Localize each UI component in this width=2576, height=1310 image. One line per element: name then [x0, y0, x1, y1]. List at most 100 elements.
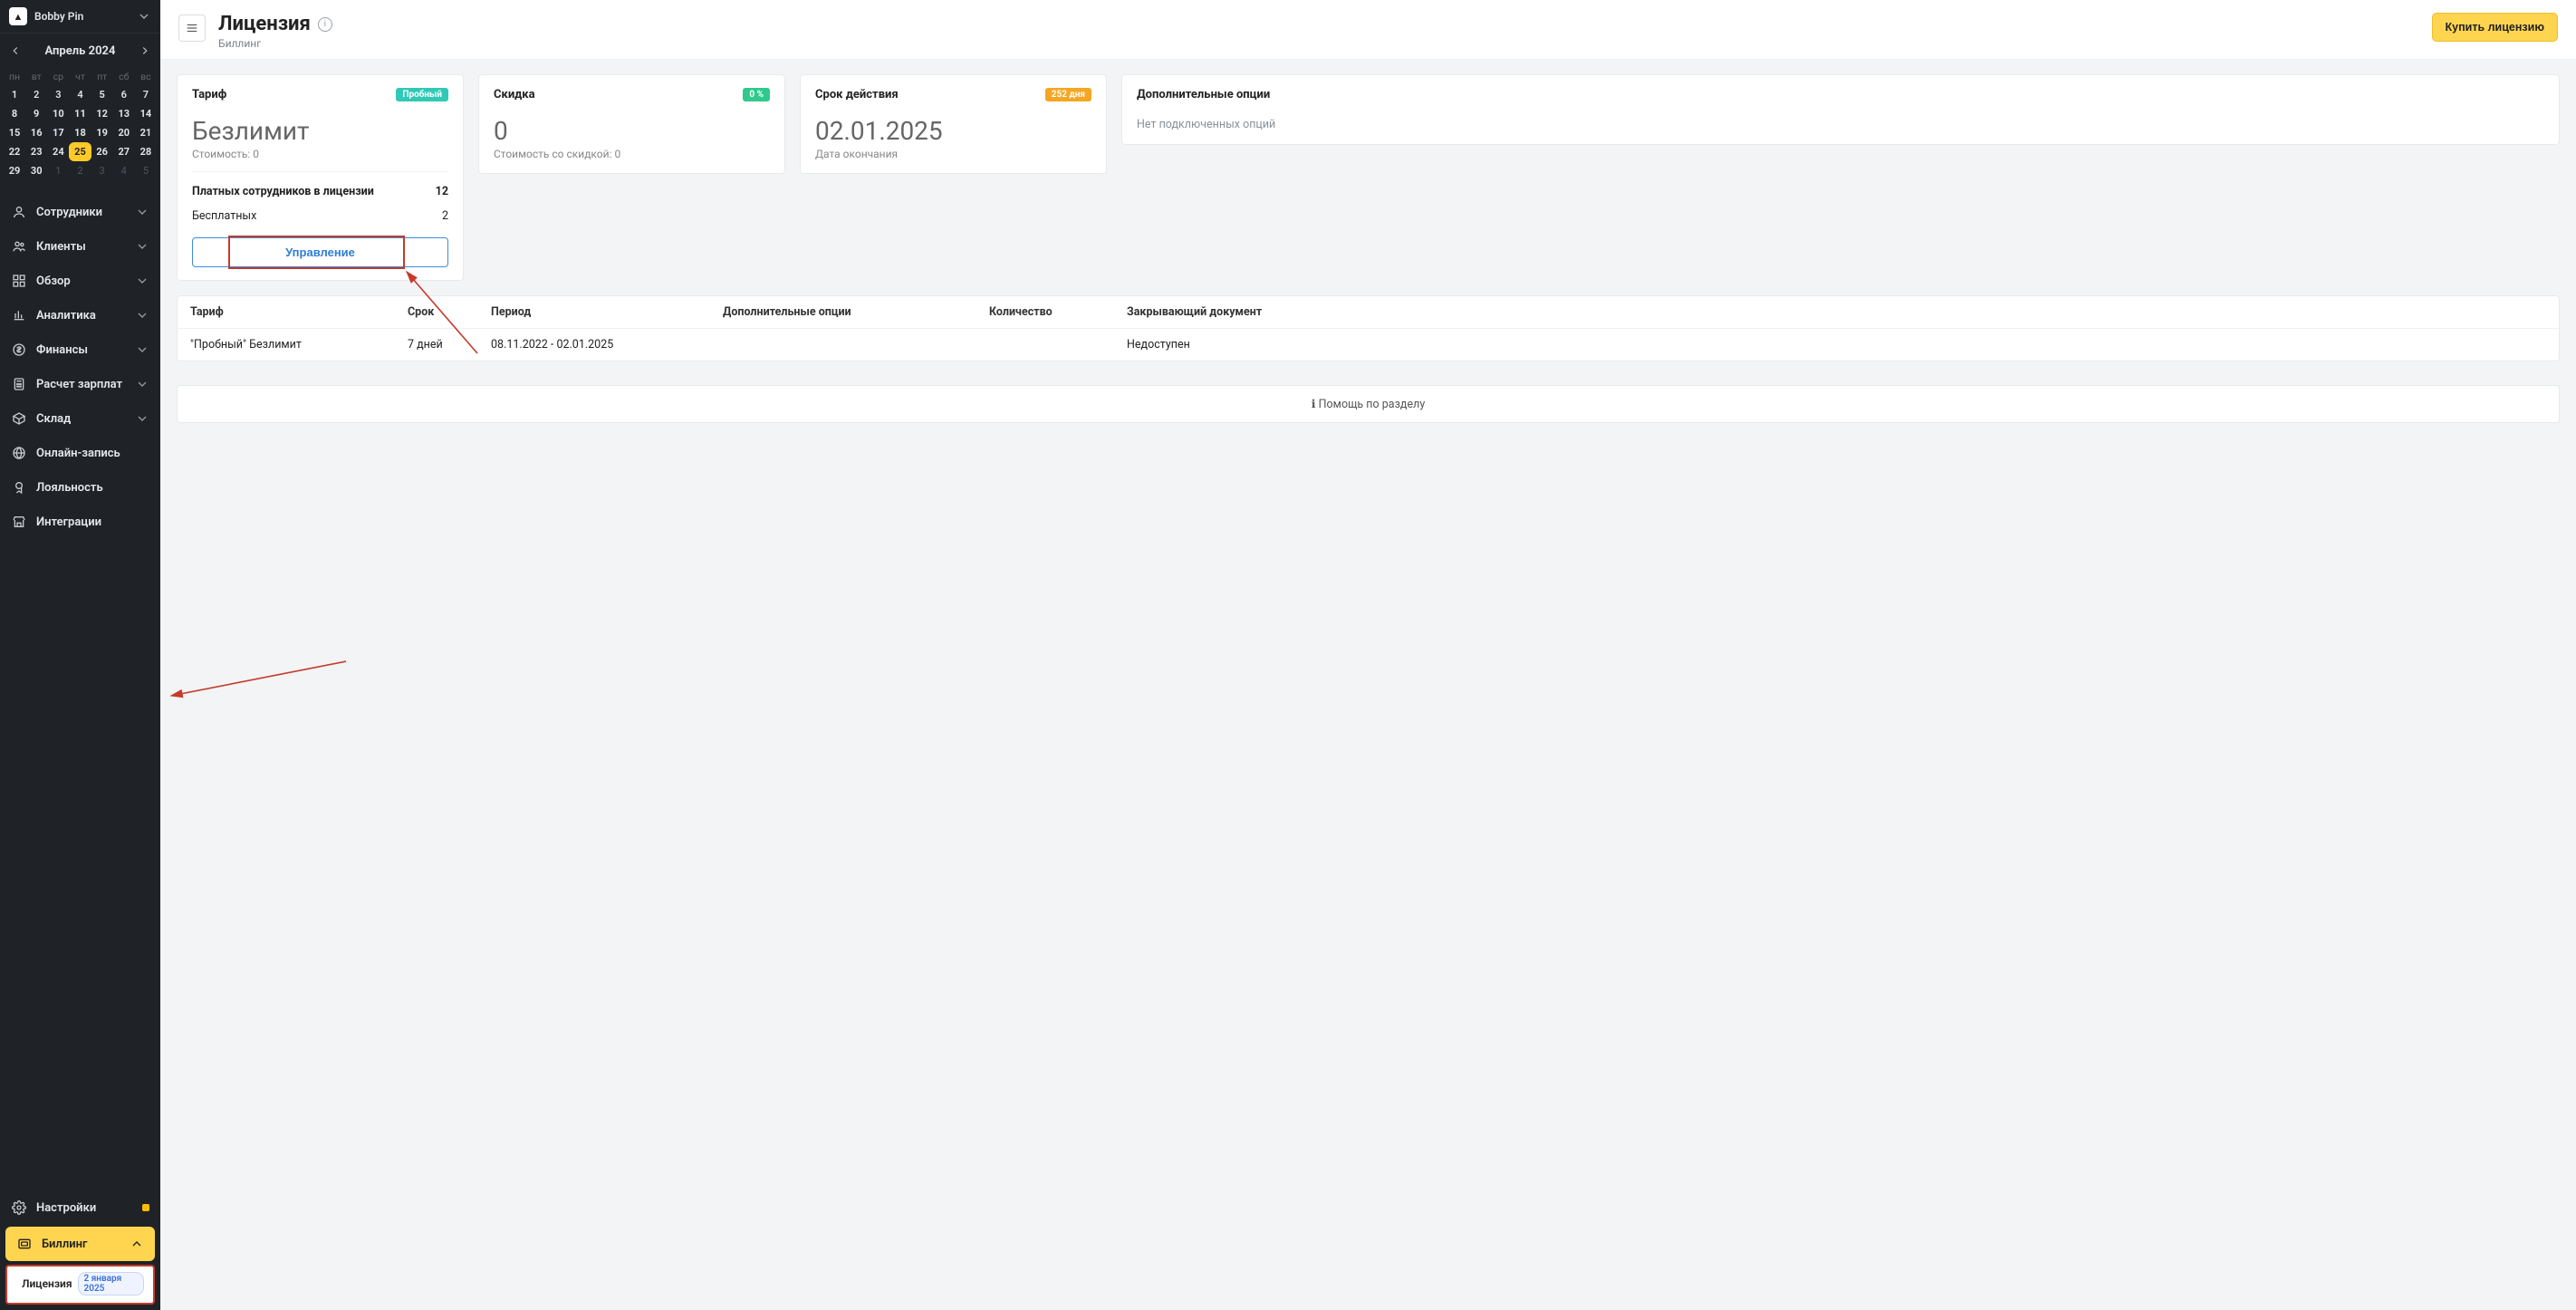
- buy-license-button[interactable]: Купить лицензию: [2432, 13, 2558, 42]
- page-title: Лицензия: [218, 13, 311, 35]
- nav-label: Аналитика: [36, 309, 126, 323]
- sidebar: ▲ Bobby Pin Апрель 2024 пнвтсрчтптсбвс12…: [0, 0, 160, 1310]
- calendar-dow: пн: [4, 68, 25, 85]
- nav-label: Биллинг: [42, 1238, 120, 1251]
- shop-icon: [11, 514, 27, 530]
- calendar-day[interactable]: 7: [135, 85, 157, 104]
- nav-item[interactable]: Аналитика: [0, 298, 160, 332]
- help-link[interactable]: ℹ Помощь по разделу: [177, 385, 2560, 423]
- calendar-day[interactable]: 8: [4, 104, 25, 123]
- calendar-day[interactable]: 5: [91, 85, 113, 104]
- nav-label: Сотрудники: [36, 206, 126, 219]
- gear-icon: [11, 1199, 27, 1216]
- calendar-day[interactable]: 22: [4, 142, 25, 161]
- dollar-icon: [11, 342, 27, 358]
- menu-button[interactable]: [178, 14, 206, 42]
- nav-label: Лояльность: [36, 481, 149, 495]
- calendar-day[interactable]: 12: [91, 104, 113, 123]
- chevron-down-icon: [137, 9, 151, 24]
- calendar-day[interactable]: 28: [135, 142, 157, 161]
- table-header-cell: Тариф: [190, 305, 408, 319]
- chevron-down-icon: [135, 342, 149, 357]
- nav-item[interactable]: Склад: [0, 401, 160, 436]
- calendar-dow: ср: [47, 68, 69, 85]
- table-header-cell: Закрывающий документ: [1127, 305, 2546, 319]
- nav-item[interactable]: Онлайн-запись: [0, 436, 160, 470]
- card-options: Дополнительные опции Нет подключенных оп…: [1121, 74, 2560, 145]
- calendar-day[interactable]: 26: [91, 142, 113, 161]
- grid-icon: [11, 273, 27, 289]
- calendar-prev[interactable]: [5, 41, 25, 61]
- nav-item[interactable]: Сотрудники: [0, 195, 160, 229]
- calendar-day[interactable]: 30: [25, 161, 47, 180]
- calendar-header: Апрель 2024: [0, 34, 160, 68]
- nav-item[interactable]: Финансы: [0, 332, 160, 367]
- calendar-day[interactable]: 29: [4, 161, 25, 180]
- calendar-day[interactable]: 14: [135, 104, 157, 123]
- nav-item[interactable]: Интеграции: [0, 505, 160, 539]
- calendar-day[interactable]: 2: [25, 85, 47, 104]
- chevron-down-icon: [135, 239, 149, 254]
- calendar-day: 2: [69, 161, 91, 180]
- calendar-grid: пнвтсрчтптсбвс12345678910111213141516171…: [0, 68, 160, 188]
- notification-dot: [142, 1204, 149, 1211]
- info-icon[interactable]: i: [318, 17, 332, 32]
- topbar: Лицензия i Биллинг Купить лицензию: [160, 0, 2576, 60]
- discount-value: 0: [494, 118, 770, 144]
- calendar-day[interactable]: 13: [113, 104, 135, 123]
- calendar-day[interactable]: 17: [47, 123, 69, 142]
- calendar-day[interactable]: 21: [135, 123, 157, 142]
- badge-days: 252 дня: [1045, 88, 1091, 101]
- nav-spacer: [0, 539, 160, 1190]
- card-tariff: Тариф Пробный Безлимит Стоимость: 0 Плат…: [177, 74, 464, 281]
- calendar-day[interactable]: 18: [69, 123, 91, 142]
- nav-item[interactable]: Обзор: [0, 264, 160, 298]
- calendar-day[interactable]: 16: [25, 123, 47, 142]
- calendar-day[interactable]: 11: [69, 104, 91, 123]
- calendar-day[interactable]: 10: [47, 104, 69, 123]
- nav-item[interactable]: Расчет зарплат: [0, 367, 160, 401]
- nav-item[interactable]: Клиенты: [0, 229, 160, 264]
- calendar-day[interactable]: 23: [25, 142, 47, 161]
- nav-settings[interactable]: Настройки: [0, 1190, 160, 1225]
- card-discount: Скидка 0 % 0 Стоимость со скидкой: 0: [478, 74, 785, 174]
- calendar-day: 5: [135, 161, 157, 180]
- calendar-title: Апрель 2024: [45, 44, 116, 58]
- calendar-day: 3: [91, 161, 113, 180]
- calendar-day[interactable]: 19: [91, 123, 113, 142]
- calendar-day[interactable]: 9: [25, 104, 47, 123]
- sub-label: Лицензия: [22, 1277, 72, 1290]
- content: Тариф Пробный Безлимит Стоимость: 0 Плат…: [160, 60, 2576, 1310]
- table-header-cell: Период: [491, 305, 723, 319]
- nav-sub-license[interactable]: Лицензия 2 января 2025: [5, 1265, 155, 1305]
- expiry-sub: Дата окончания: [815, 148, 1091, 160]
- calendar-day: 4: [113, 161, 135, 180]
- calendar-day[interactable]: 4: [69, 85, 91, 104]
- tariff-cost: Стоимость: 0: [192, 148, 448, 160]
- calendar-next[interactable]: [135, 41, 155, 61]
- calendar-day[interactable]: 24: [47, 142, 69, 161]
- calendar-day[interactable]: 15: [4, 123, 25, 142]
- table-cell: Недоступен: [1127, 338, 2546, 352]
- nav-label: Онлайн-запись: [36, 447, 149, 460]
- table-cell: "Пробный" Безлимит: [190, 338, 408, 352]
- chevron-down-icon: [135, 205, 149, 219]
- globe-icon: [11, 445, 27, 461]
- calendar-day[interactable]: 27: [113, 142, 135, 161]
- calendar-day[interactable]: 3: [47, 85, 69, 104]
- manage-button[interactable]: Управление: [192, 237, 448, 267]
- badge-discount: 0 %: [743, 88, 770, 101]
- table-header-cell: Срок: [408, 305, 491, 319]
- calendar-dow: вс: [135, 68, 157, 85]
- license-table: ТарифСрокПериодДополнительные опцииКолич…: [177, 295, 2560, 361]
- nav-billing[interactable]: Биллинг: [5, 1227, 155, 1261]
- calendar-day[interactable]: 1: [4, 85, 25, 104]
- calendar-day[interactable]: 20: [113, 123, 135, 142]
- page-subtitle: Биллинг: [218, 37, 2419, 50]
- nav-label: Интеграции: [36, 515, 149, 529]
- nav-item[interactable]: Лояльность: [0, 470, 160, 505]
- loyalty-icon: [11, 479, 27, 496]
- calendar-day[interactable]: 25: [69, 142, 91, 161]
- account-switcher[interactable]: ▲ Bobby Pin: [0, 0, 160, 34]
- calendar-day[interactable]: 6: [113, 85, 135, 104]
